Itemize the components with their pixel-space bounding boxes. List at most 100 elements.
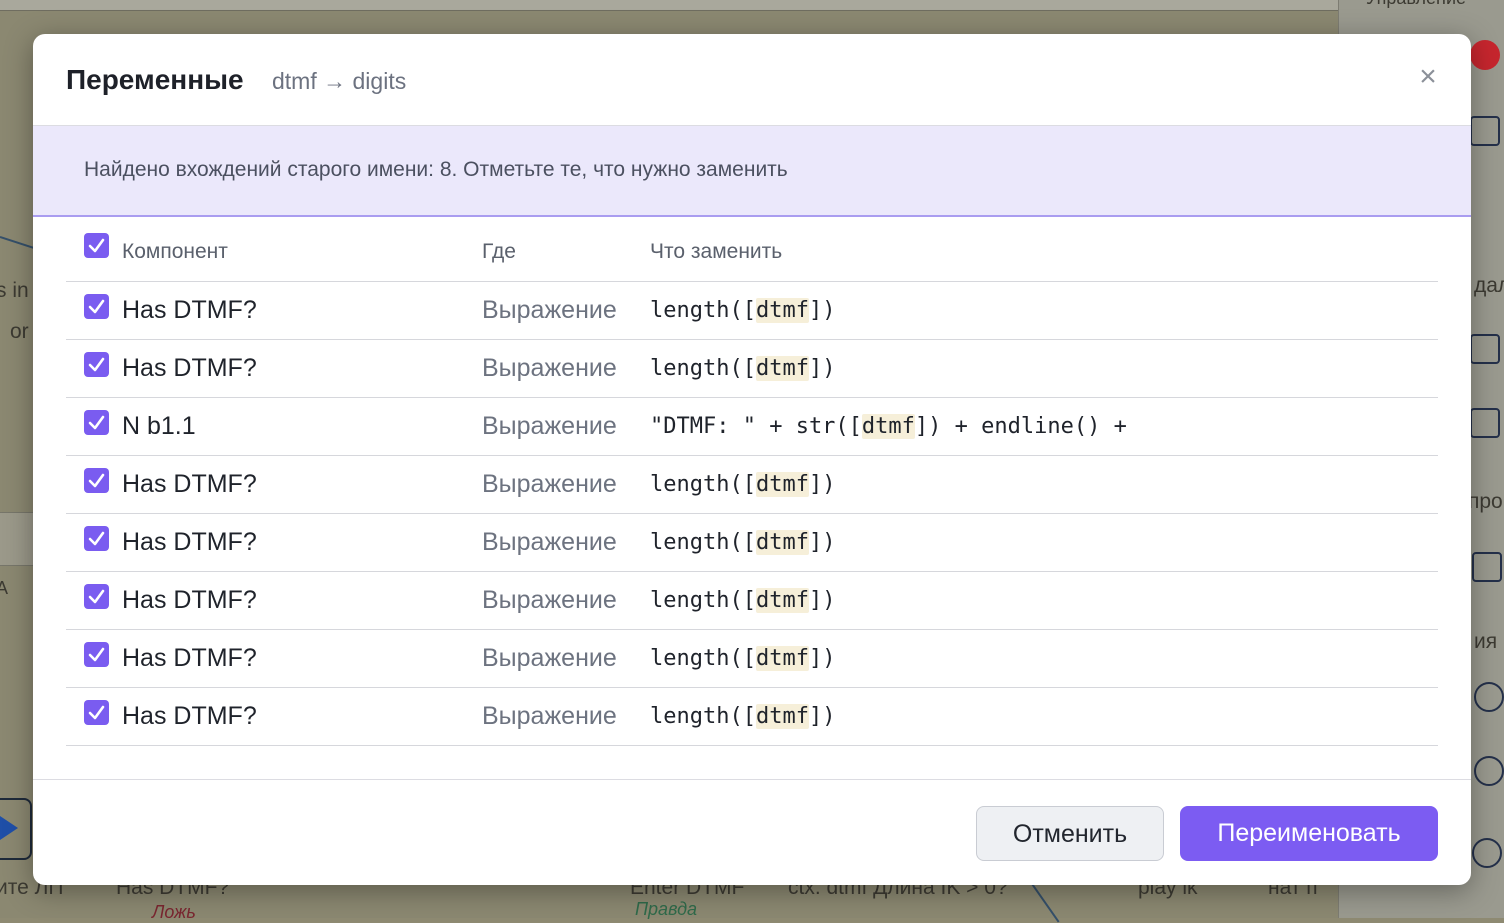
mail-icon [1472,552,1502,582]
terminal-icon [1470,408,1500,438]
checkmark-icon [88,647,105,662]
location-label: Выражение [482,470,617,498]
table-row: Has DTMF? Выражение length([dtmf]) [66,456,1438,514]
location-label: Выражение [482,586,617,614]
canvas-text: A [0,578,9,598]
table-row: Has DTMF? Выражение length([dtmf]) [66,282,1438,340]
location-label: Выражение [482,412,617,440]
checkmark-icon [88,531,105,546]
component-name: N b1.1 [122,412,196,440]
dialog-header: Переменные dtmf → digits × [33,34,1471,126]
component-name: Has DTMF? [122,586,257,614]
checkmark-icon [88,357,105,372]
column-header-where: Где [482,240,516,263]
location-label: Выражение [482,296,617,324]
code-snippet: length([dtmf]) [650,704,835,729]
code-text: length([ [650,356,756,381]
column-header-replace: Что заменить [650,240,783,263]
select-all-checkbox[interactable] [84,233,109,258]
variable-highlight: dtmf [755,704,809,729]
column-header-component: Компонент [122,240,228,263]
dialog-title: Переменные [66,64,244,95]
dialog-footer: Отменить Переименовать [33,779,1471,885]
variable-highlight: dtmf [755,646,809,671]
table-row: Has DTMF? Выражение length([dtmf]) [66,340,1438,398]
checkmark-icon [88,705,105,720]
component-name: Has DTMF? [122,354,257,382]
component-name: Has DTMF? [122,470,257,498]
code-text: ]) [808,530,836,555]
location-label: Выражение [482,702,617,730]
code-text: ]) [808,588,836,613]
location-label: Выражение [482,644,617,672]
rename-button[interactable]: Переименовать [1180,806,1438,861]
code-snippet: length([dtmf]) [650,298,835,323]
component-name: Has DTMF? [122,702,257,730]
code-text: ]) [808,646,836,671]
record-icon [1470,40,1500,70]
checkmark-icon [88,415,105,430]
variable-highlight: dtmf [755,298,809,323]
table-row: Has DTMF? Выражение length([dtmf]) [66,630,1438,688]
code-text: ]) [808,356,836,381]
code-snippet: length([dtmf]) [650,588,835,613]
row-checkbox[interactable] [84,700,109,725]
canvas-text: or [10,320,29,343]
code-text: length([ [650,704,756,729]
info-text: Найдено вхождений старого имени: 8. Отме… [84,158,788,181]
phone-icon [1474,756,1504,786]
voice-search-icon [1472,838,1502,868]
code-text: ]) [808,704,836,729]
phone-icon [1474,682,1504,712]
monitor-icon [1470,334,1500,364]
row-checkbox[interactable] [84,294,109,319]
canvas-text: Правда [635,899,698,919]
table-row: Has DTMF? Выражение length([dtmf]) [66,688,1438,746]
rename-variable-dialog: Переменные dtmf → digits × Найдено вхожд… [33,34,1471,885]
checkmark-icon [88,473,105,488]
canvas-toolbar [0,0,1338,11]
checkmark-icon [88,589,105,604]
code-snippet: length([dtmf]) [650,472,835,497]
variable-highlight: dtmf [861,414,915,439]
panel-text: дал [1474,274,1504,297]
play-node-icon [0,798,32,860]
code-snippet: "DTMF: " + str([dtmf]) + endline() + [650,414,1127,439]
panel-text: проб [1468,490,1504,513]
code-text: length([ [650,298,756,323]
dialog-subtitle: dtmf → digits [272,68,407,94]
code-text: ]) [808,472,836,497]
variable-highlight: dtmf [755,588,809,613]
location-label: Выражение [482,354,617,382]
info-banner: Найдено вхождений старого имени: 8. Отме… [33,126,1471,217]
bookmark-icon [1470,116,1500,146]
cancel-button[interactable]: Отменить [976,806,1164,861]
code-text: length([ [650,646,756,671]
row-checkbox[interactable] [84,468,109,493]
component-name: Has DTMF? [122,528,257,556]
canvas-text: Ложь [152,902,196,922]
code-text: "DTMF: " + str([ [650,414,862,439]
code-snippet: length([dtmf]) [650,356,835,381]
table-header: Компонент Где Что заменить [66,224,1438,282]
panel-text: Управление [1366,0,1466,9]
code-text: ]) [808,298,836,323]
row-checkbox[interactable] [84,526,109,551]
code-text: length([ [650,530,756,555]
code-text: ]) + endline() + [914,414,1127,439]
row-checkbox[interactable] [84,642,109,667]
code-snippet: length([dtmf]) [650,646,835,671]
variable-highlight: dtmf [755,530,809,555]
canvas-text: s in [0,279,29,302]
variable-highlight: dtmf [755,472,809,497]
panel-text: ия [1474,630,1498,653]
row-checkbox[interactable] [84,410,109,435]
row-checkbox[interactable] [84,584,109,609]
table-row: N b1.1 Выражение "DTMF: " + str([dtmf]) … [66,398,1438,456]
checkmark-icon [88,238,105,253]
variable-highlight: dtmf [755,356,809,381]
row-checkbox[interactable] [84,352,109,377]
table-row: Has DTMF? Выражение length([dtmf]) [66,572,1438,630]
close-icon[interactable]: × [1413,60,1443,94]
table-row: Has DTMF? Выражение length([dtmf]) [66,514,1438,572]
